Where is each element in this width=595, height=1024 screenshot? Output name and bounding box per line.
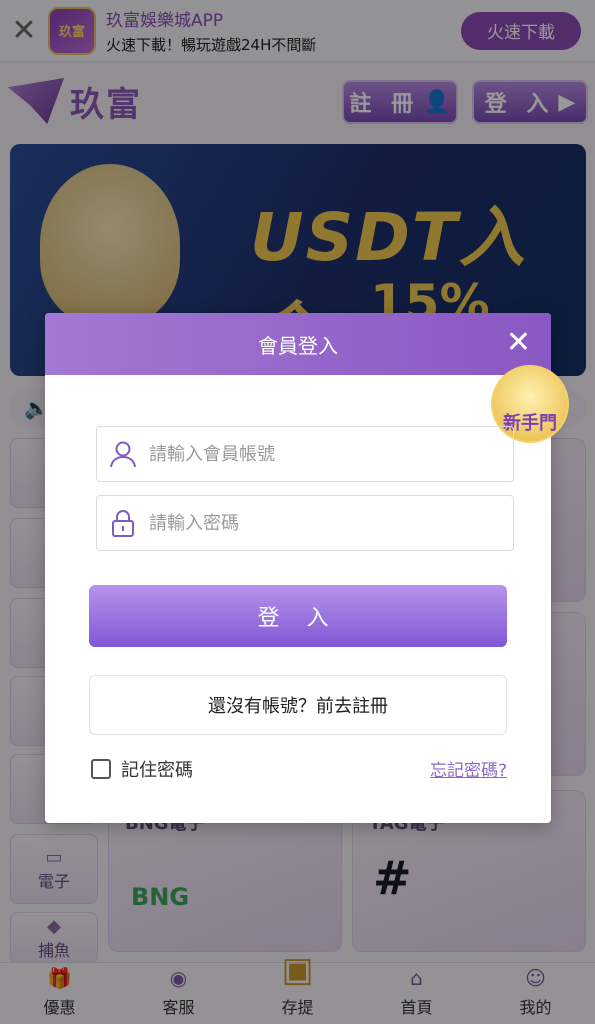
modal-title: 會員登入 xyxy=(258,333,338,358)
lock-icon xyxy=(97,508,149,538)
remember-password[interactable]: 記住密碼 xyxy=(91,756,193,782)
login-modal: 會員登入 ✕ 新手門 登 入 還沒有帳號？前去註冊 記住密碼 忘記密碼? xyxy=(45,313,569,823)
password-field[interactable] xyxy=(96,495,514,551)
modal-header: 會員登入 ✕ xyxy=(45,313,551,375)
register-link-button[interactable]: 還沒有帳號？前去註冊 xyxy=(89,675,507,735)
password-input[interactable] xyxy=(149,512,513,534)
forgot-password-link[interactable]: 忘記密碼? xyxy=(430,756,507,781)
username-input[interactable] xyxy=(149,443,513,465)
remember-checkbox[interactable] xyxy=(91,759,111,779)
remember-label: 記住密碼 xyxy=(121,760,193,781)
username-field[interactable] xyxy=(96,426,514,482)
close-icon[interactable]: ✕ xyxy=(506,326,531,360)
user-icon xyxy=(97,439,149,469)
login-button[interactable]: 登 入 xyxy=(89,585,507,647)
